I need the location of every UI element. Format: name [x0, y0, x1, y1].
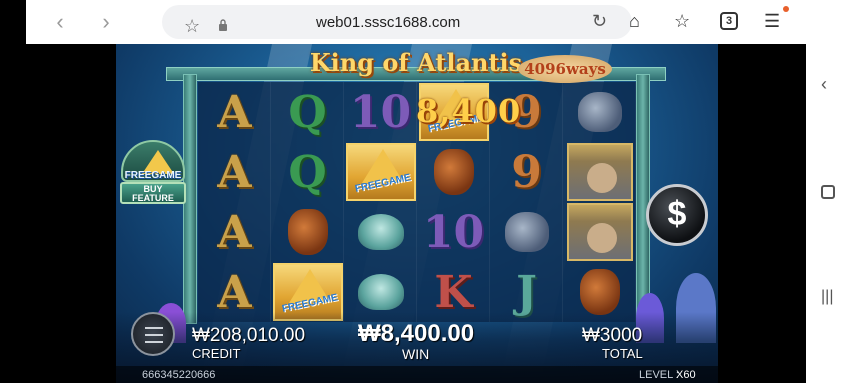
buy-feature-button[interactable]: FREEGAME BUY FEATURE — [118, 140, 188, 210]
sack-symbol — [490, 202, 563, 262]
lock-icon — [219, 19, 227, 31]
urn-symbol — [417, 142, 490, 202]
session-id: 666345220666 — [142, 369, 216, 381]
level-value: X60 — [676, 369, 696, 381]
favorites-star-icon[interactable]: ☆ — [674, 11, 690, 32]
reel-3: 10 FREEGAME — [344, 82, 417, 322]
shell-symbol — [344, 202, 417, 262]
total-label: TOTAL — [602, 346, 643, 361]
symbol-cell: Q — [288, 146, 327, 198]
address-bar[interactable]: ☆ web01.sssc1688.com ↻ — [162, 5, 632, 39]
credit-label: CREDIT — [192, 346, 241, 361]
shell-icon — [357, 274, 404, 310]
sack-icon — [577, 92, 622, 132]
credit-value: ₩208,010.00 — [192, 325, 306, 346]
level-label: LEVEL : — [639, 369, 679, 381]
urn-symbol — [271, 202, 344, 262]
notification-dot — [783, 6, 789, 12]
win-overlay-amount: 8,400 — [416, 92, 522, 130]
home-icon[interactable]: ⌂ — [629, 11, 640, 32]
symbol-cell: A — [217, 206, 252, 258]
king-symbol — [563, 142, 636, 202]
urn-icon — [287, 209, 328, 255]
king-icon — [586, 163, 617, 193]
total-value: ₩3000 — [582, 325, 643, 346]
menu-icon[interactable]: ☰ — [764, 11, 780, 32]
shell-icon — [357, 214, 404, 250]
symbol-cell: A — [217, 146, 252, 198]
browser-toolbar: ‹ › ☆ web01.sssc1688.com ↻ ⌂ ☆ 3 ☰ — [0, 0, 806, 44]
url-text[interactable]: web01.sssc1688.com — [316, 14, 460, 31]
urn-icon — [579, 269, 620, 315]
back-nav-icon[interactable]: ‹ — [821, 74, 827, 95]
freegame-symbol: FREEGAME — [344, 142, 417, 202]
reel-2: Q Q FREEGAME — [271, 82, 344, 322]
symbol-cell: 10 — [349, 86, 412, 138]
urn-icon — [433, 149, 474, 195]
ways-badge: 4096ways — [518, 55, 612, 83]
bookmark-star-icon[interactable]: ☆ — [184, 16, 200, 37]
forward-icon[interactable]: › — [94, 10, 118, 34]
reload-icon[interactable]: ↻ — [592, 11, 607, 32]
reel-6 — [563, 82, 636, 322]
game-title-banner: King of Atlantis — [310, 44, 522, 80]
menu-button[interactable] — [131, 312, 175, 356]
tabs-button[interactable]: 3 — [720, 12, 738, 30]
slot-game: A A A A Q Q FREEGAME 10 FREEGAME FREEGAM… — [116, 44, 718, 383]
symbol-cell: 9 — [511, 146, 542, 198]
symbol-cell: A — [217, 86, 252, 138]
screen: ‹ › ☆ web01.sssc1688.com ↻ ⌂ ☆ 3 ☰ ‹ ||| — [0, 0, 850, 383]
system-navbar: ‹ ||| — [806, 0, 850, 383]
dollar-icon[interactable]: $ — [646, 184, 708, 246]
reel-1: A A A A — [198, 82, 271, 322]
back-icon[interactable]: ‹ — [48, 10, 72, 34]
king-symbol — [563, 202, 636, 262]
symbol-cell: 10 — [422, 206, 485, 258]
sack-icon — [504, 212, 549, 252]
symbol-cell: Q — [288, 86, 327, 138]
right-pillar — [636, 74, 650, 324]
win-label: WIN — [402, 346, 430, 362]
sack-symbol — [563, 82, 636, 142]
recents-nav-icon[interactable]: ||| — [821, 288, 833, 306]
king-icon — [586, 223, 617, 253]
game-title: King of Atlantis — [309, 47, 523, 77]
home-nav-icon[interactable] — [821, 185, 835, 199]
win-value: ₩8,400.00 — [358, 320, 475, 347]
